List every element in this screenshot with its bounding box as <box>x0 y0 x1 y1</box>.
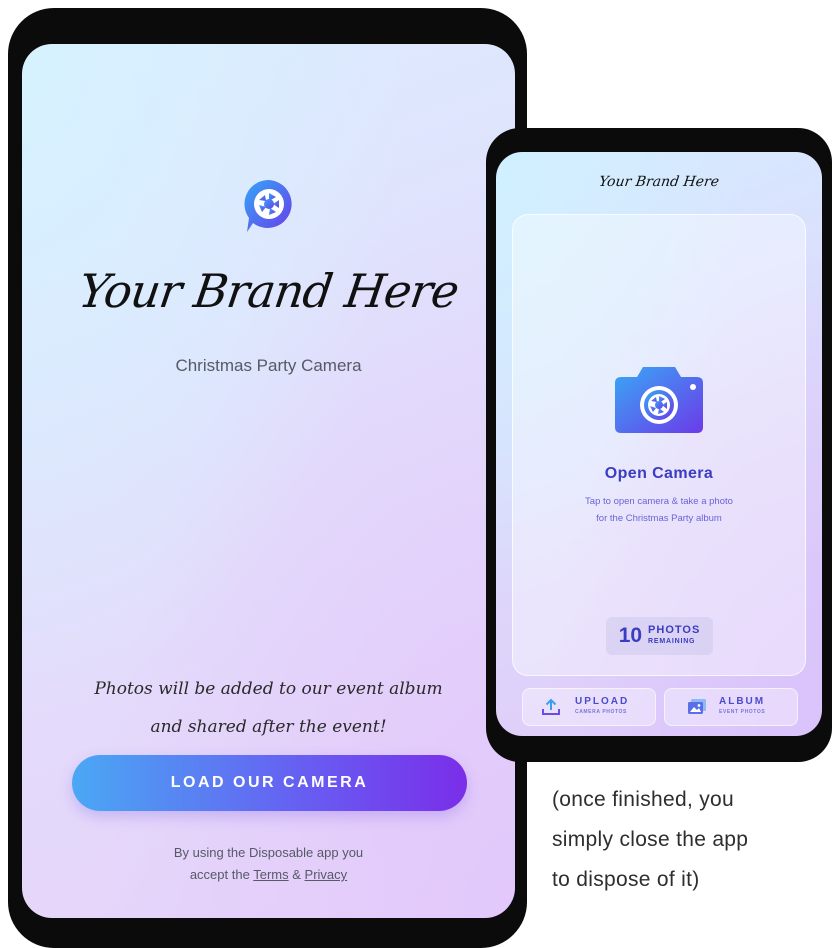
open-camera-title: Open Camera <box>604 465 714 482</box>
upload-sublabel: CAMERA PHOTOS <box>575 709 627 715</box>
photos-remaining-badge: 10 PHOTOS REMAINING <box>606 617 713 655</box>
open-desc-line-2: for the Christmas Party album <box>596 513 722 524</box>
photos-label: PHOTOS <box>648 624 701 636</box>
brand-logo-text: Your Brand Here <box>75 264 462 318</box>
remaining-label: REMAINING <box>648 638 696 645</box>
legal-line-2: accept the Terms & Privacy <box>22 864 515 886</box>
album-button[interactable]: ALBUM EVENT PHOTOS <box>664 688 798 726</box>
shutter-logo-icon <box>244 179 292 232</box>
caption-text: (once finished, you simply close the app… <box>552 780 832 900</box>
terms-link[interactable]: Terms <box>253 867 288 882</box>
right-phone-frame: Your Brand Here Open Camera Tap to open … <box>486 128 832 762</box>
open-camera-description: Tap to open camera & take a photo for th… <box>513 493 805 527</box>
upload-icon <box>542 698 560 715</box>
brand-logo-text-small: Your Brand Here <box>597 174 721 190</box>
photos-remaining-count: 10 <box>618 624 643 647</box>
event-subtitle: Christmas Party Camera <box>175 356 362 375</box>
album-sublabel: EVENT PHOTOS <box>719 709 766 715</box>
legal-line-1: By using the Disposable app you <box>173 845 364 860</box>
caption-line-3: to dispose of it) <box>552 868 700 891</box>
upload-label: UPLOAD <box>575 696 630 707</box>
album-note-line-2: and shared after the event! <box>150 717 387 737</box>
camera-shutter-icon <box>615 367 703 433</box>
left-phone-screen: Your Brand Here Christmas Party Camera P… <box>22 44 515 918</box>
album-note-line-1: Photos will be added to our event album <box>94 679 443 699</box>
upload-button[interactable]: UPLOAD CAMERA PHOTOS <box>522 688 656 726</box>
legal-ampersand: & <box>292 867 301 882</box>
album-icon <box>688 699 706 714</box>
album-note: Photos will be added to our event album … <box>22 670 515 746</box>
open-camera-card[interactable]: Open Camera Tap to open camera & take a … <box>512 214 806 676</box>
upload-labels: UPLOAD CAMERA PHOTOS <box>575 696 629 718</box>
privacy-link[interactable]: Privacy <box>305 867 348 882</box>
caption-line-1: (once finished, you <box>552 788 734 811</box>
legal-notice: By using the Disposable app you accept t… <box>22 842 515 886</box>
left-phone-frame: Your Brand Here Christmas Party Camera P… <box>8 8 527 948</box>
legal-prefix: accept the <box>189 867 250 882</box>
album-labels: ALBUM EVENT PHOTOS <box>719 696 765 718</box>
album-label: ALBUM <box>719 696 766 707</box>
open-desc-line-1: Tap to open camera & take a photo <box>585 496 733 507</box>
caption-line-2: simply close the app <box>552 828 749 851</box>
right-phone-screen: Your Brand Here Open Camera Tap to open … <box>496 152 822 736</box>
photos-remaining-label: PHOTOS REMAINING <box>648 625 700 647</box>
load-camera-button[interactable]: LOAD OUR CAMERA <box>72 755 467 811</box>
